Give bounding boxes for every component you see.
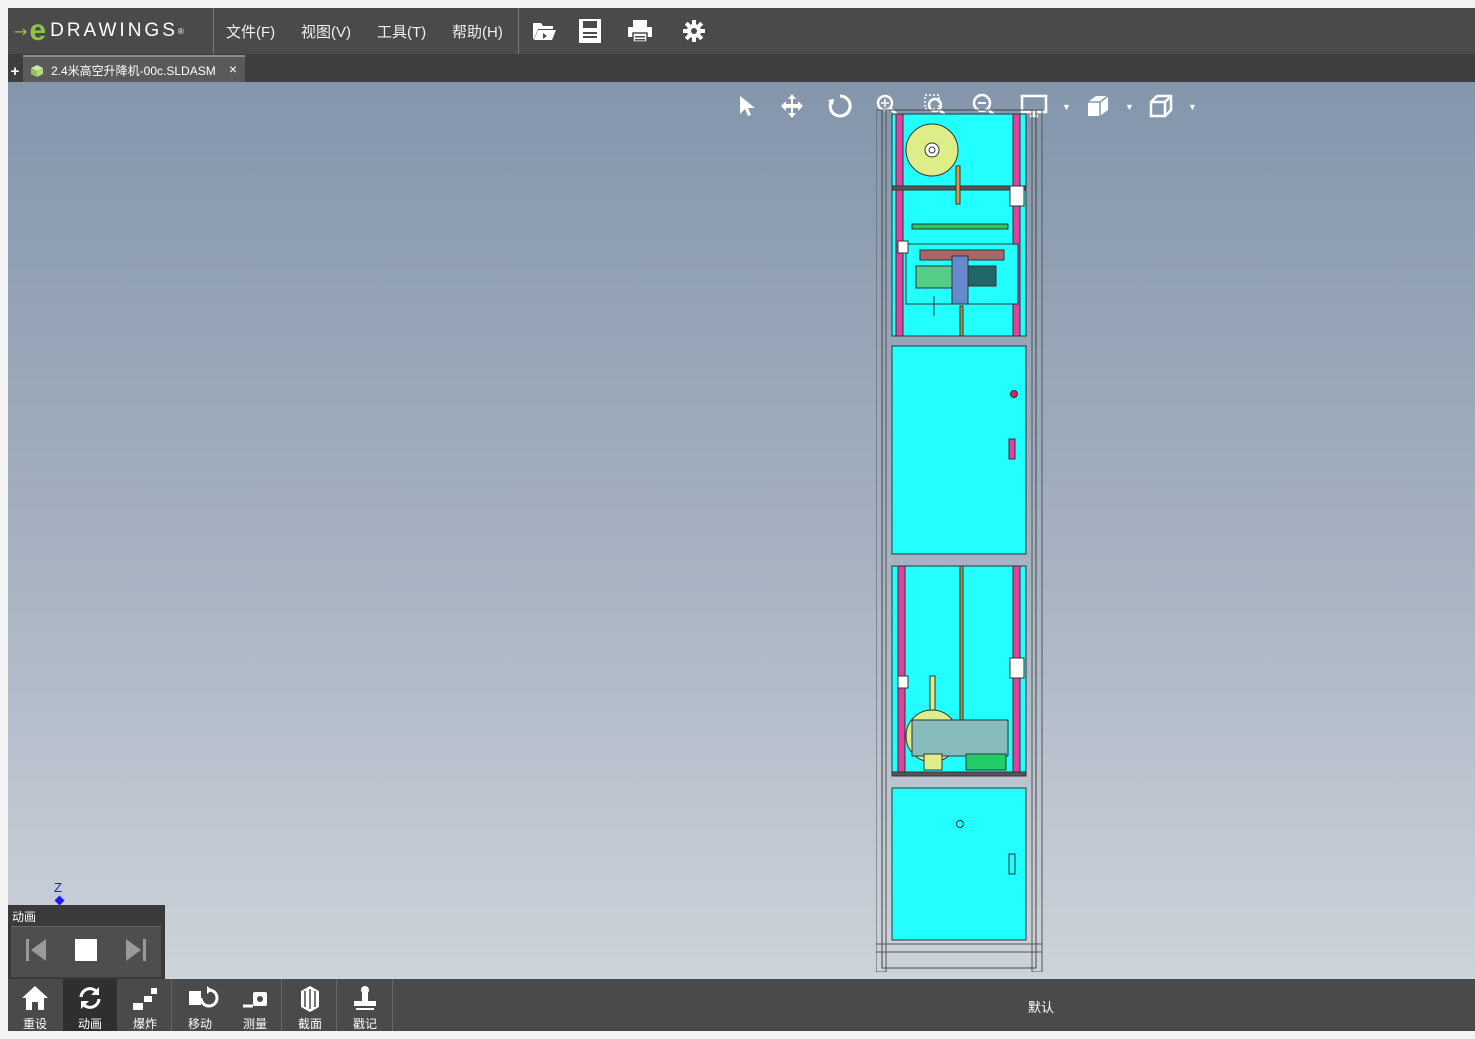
section-view-icon	[1088, 95, 1109, 116]
toolbar-divider	[171, 979, 172, 1031]
home-icon	[22, 986, 48, 1010]
gear-icon	[683, 20, 705, 42]
assembly-icon	[31, 64, 43, 77]
animate-label: 动画	[77, 1017, 102, 1031]
toolbar-divider	[213, 8, 214, 54]
section-label: 截面	[297, 1017, 322, 1031]
measure-label: 测量	[242, 1017, 267, 1031]
z-axis-label: Z	[54, 880, 62, 895]
reset-label: 重设	[22, 1017, 47, 1031]
skip-start-icon	[26, 939, 46, 961]
print-button[interactable]	[625, 16, 655, 46]
section-button[interactable]: 截面	[283, 979, 337, 1031]
explode-button[interactable]: 爆炸	[118, 979, 172, 1031]
animation-controls	[11, 926, 161, 977]
rotate-icon	[828, 94, 852, 118]
animate-button[interactable]: 动画	[63, 979, 117, 1031]
move-label: 移动	[187, 1017, 212, 1031]
configuration-status[interactable]: 默认	[1028, 997, 1054, 1016]
logo-wordmark: DRAWINGS	[50, 20, 178, 41]
animation-panel-title: 动画	[12, 910, 37, 924]
save-icon	[579, 19, 601, 43]
logo-arrow: →	[14, 21, 28, 41]
stop-button[interactable]	[73, 937, 99, 963]
toolbar-divider	[518, 8, 519, 54]
pan-tool[interactable]	[778, 92, 806, 120]
section-view-tool[interactable]	[1084, 92, 1112, 120]
lift-assembly-model[interactable]	[876, 106, 1052, 972]
axis-triad: Z	[54, 880, 65, 906]
explode-icon	[133, 988, 157, 1010]
select-tool[interactable]	[732, 92, 760, 120]
model-viewport[interactable]: ▼ ▼ ▼ Z	[8, 82, 1475, 979]
animate-icon	[79, 987, 101, 1009]
stop-icon	[75, 939, 97, 961]
z-axis-arrow-icon	[54, 895, 65, 906]
measure-icon	[243, 992, 267, 1008]
document-tab-bar: + 2.4米高空升降机-00c.SLDASM ×	[8, 54, 1475, 84]
move-button[interactable]: 移动	[173, 979, 227, 1031]
stamp-icon	[354, 986, 376, 1010]
menu-help[interactable]: 帮助(H)	[452, 21, 503, 42]
reset-button[interactable]: 重设	[8, 979, 62, 1031]
menu-tools[interactable]: 工具(T)	[377, 21, 426, 42]
animation-panel: 动画	[8, 905, 165, 979]
logo-registered: ®	[177, 26, 184, 36]
print-icon	[628, 20, 652, 43]
display-style-dropdown-icon[interactable]: ▼	[1062, 102, 1071, 112]
edrawings-logo: → e DRAWINGS ®	[14, 14, 184, 48]
explode-label: 爆炸	[132, 1017, 157, 1031]
move-icon	[189, 986, 219, 1008]
menu-file[interactable]: 文件(F)	[226, 21, 275, 42]
app-window: → e DRAWINGS ® 文件(F) 视图(V) 工具(T) 帮助(H) +…	[8, 8, 1475, 1031]
stamp-button[interactable]: 戳记	[338, 979, 392, 1031]
skip-end-button[interactable]	[123, 937, 149, 963]
open-button[interactable]	[529, 16, 559, 46]
close-tab-icon[interactable]: ×	[229, 61, 237, 77]
select-arrow-icon	[740, 96, 755, 116]
skip-end-icon	[126, 939, 146, 961]
skip-start-button[interactable]	[23, 937, 49, 963]
settings-button[interactable]	[679, 16, 709, 46]
tab-document[interactable]: 2.4米高空升降机-00c.SLDASM ×	[23, 55, 245, 84]
toolbar-divider	[336, 979, 337, 1031]
toolbar-divider	[392, 979, 393, 1031]
view-orientation-dropdown-icon[interactable]: ▼	[1188, 102, 1197, 112]
rotate-tool[interactable]	[826, 92, 854, 120]
folder-open-icon	[533, 23, 556, 40]
save-button[interactable]	[575, 16, 605, 46]
logo-e: e	[29, 14, 47, 47]
top-toolbar: → e DRAWINGS ® 文件(F) 视图(V) 工具(T) 帮助(H)	[8, 8, 1475, 54]
measure-button[interactable]: 测量	[228, 979, 282, 1031]
view-orientation-icon	[1149, 94, 1173, 118]
pan-icon	[781, 94, 803, 118]
section-view-dropdown-icon[interactable]: ▼	[1125, 102, 1134, 112]
bottom-toolbar: 重设 动画 爆炸 移动 测量 截面 戳记 默认	[8, 979, 1475, 1031]
toolbar-divider	[281, 979, 282, 1031]
new-tab-button[interactable]: +	[8, 64, 22, 80]
tab-label: 2.4米高空升降机-00c.SLDASM	[51, 64, 216, 78]
stamp-label: 戳记	[352, 1017, 377, 1031]
menu-view[interactable]: 视图(V)	[301, 21, 351, 42]
section-icon	[301, 986, 319, 1012]
view-orientation-tool[interactable]	[1147, 92, 1175, 120]
